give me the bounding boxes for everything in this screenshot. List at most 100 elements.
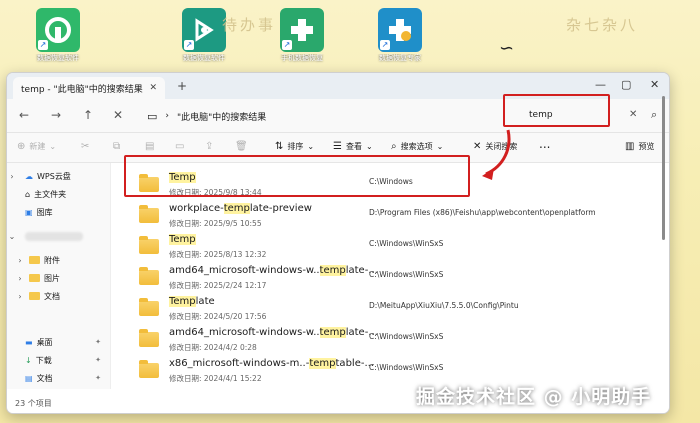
temp-result-highlight <box>124 155 470 197</box>
result-date: 修改日期: 2025/9/5 10:55 <box>169 219 262 228</box>
sidebar-item-onedrive-account[interactable]: ⌄ <box>7 227 111 245</box>
folder-icon <box>139 236 159 254</box>
result-date: 修改日期: 2024/4/1 15:22 <box>169 374 262 383</box>
result-row[interactable]: Template 修改日期: 2024/5/20 17:56 D:\MeituA… <box>125 293 655 323</box>
blurred-account-name <box>25 231 83 241</box>
sidebar-item-wps-cloud[interactable]: › ☁ WPS云盘 <box>7 167 111 185</box>
folder-icon <box>29 256 40 264</box>
result-name: amd64_microsoft-windows-w..template-... <box>169 265 378 276</box>
sidebar-item-documents[interactable]: ▤ 文档 ✦ <box>7 369 111 387</box>
result-name: Temp <box>169 234 196 245</box>
match-highlight: temp <box>309 358 336 369</box>
match-highlight: temp <box>223 203 250 214</box>
address-bar[interactable]: ▭ › "此电脑"中的搜索结果 <box>145 104 485 128</box>
desktop-icon-caption: 数据恢复专家 <box>379 54 421 62</box>
sidebar-item-pictures[interactable]: › 图片 <box>7 269 111 287</box>
sort-button[interactable]: ⇅ 排序 ⌄ <box>275 141 314 152</box>
recovery-app-icon: ↗ <box>182 8 226 52</box>
stop-icon[interactable]: ✕ <box>113 108 123 122</box>
result-row[interactable]: x86_microsoft-windows-m..-temptable-... … <box>125 355 655 385</box>
sidebar-item-desktop[interactable]: ▬ 桌面 ✦ <box>7 333 111 351</box>
sort-label: 排序 <box>287 142 304 151</box>
view-label: 查看 <box>345 142 362 151</box>
result-row[interactable]: workplace-template-preview 修改日期: 2025/9/… <box>125 200 655 230</box>
new-button[interactable]: ⊕ 新建 ⌄ <box>17 141 56 152</box>
navigation-pane: › ☁ WPS云盘 ⌂ 主文件夹 ▣ 图库 ⌄ › 附件 › 图片 › 文档 ▬… <box>7 163 111 389</box>
new-tab-icon[interactable]: + <box>177 79 187 93</box>
folder-icon <box>139 298 159 316</box>
sidebar-item-label: 文档 <box>36 373 53 383</box>
chevron-down-icon[interactable]: ⌄ <box>7 232 17 241</box>
content-area: › ☁ WPS云盘 ⌂ 主文件夹 ▣ 图库 ⌄ › 附件 › 图片 › 文档 ▬… <box>7 163 669 413</box>
result-name: Template <box>169 296 215 307</box>
copy-icon[interactable]: ⧉ <box>113 141 120 152</box>
chevron-down-icon: ⌄ <box>365 142 373 151</box>
result-row[interactable]: amd64_microsoft-windows-w..template-... … <box>125 324 655 354</box>
pin-icon[interactable]: ✦ <box>95 356 101 364</box>
recovery-app-icon: ↗ <box>36 8 80 52</box>
match-highlight: temp <box>319 327 346 338</box>
sort-icon: ⇅ <box>275 141 284 152</box>
shortcut-arrow-icon: ↗ <box>282 40 292 50</box>
vertical-scrollbar[interactable] <box>662 96 665 240</box>
delete-icon[interactable]: 🗑 <box>235 141 248 152</box>
result-name: amd64_microsoft-windows-w..template-... <box>169 327 378 338</box>
paste-icon[interactable]: ▤ <box>145 141 154 152</box>
desktop-icon-phone-recovery[interactable]: ↗ 手机数据恢复 <box>278 8 326 72</box>
chevron-down-icon: ⌄ <box>307 142 315 151</box>
result-date: 修改日期: 2024/5/20 17:56 <box>169 312 267 321</box>
share-icon[interactable]: ⇪ <box>205 141 213 152</box>
view-button[interactable]: ☰ 查看 ⌄ <box>333 141 373 152</box>
sidebar-item-downloads[interactable]: ↓ 下载 ✦ <box>7 351 111 369</box>
more-button[interactable]: ... <box>539 137 550 151</box>
close-window-icon[interactable]: ✕ <box>650 78 659 91</box>
forward-icon[interactable]: → <box>51 108 61 122</box>
item-count-status: 23 个项目 <box>15 399 52 408</box>
preview-label: 预览 <box>638 142 655 151</box>
folder-icon <box>139 205 159 223</box>
maximize-icon[interactable]: ▢ <box>621 78 631 91</box>
desktop-icon-data-recovery-1[interactable]: ↗ 数据恢复软件 <box>34 8 82 72</box>
sidebar-item-documents-cloud[interactable]: › 文档 <box>7 287 111 305</box>
desktop-banner-todo: 待办事 <box>222 16 277 34</box>
back-icon[interactable]: ← <box>19 108 29 122</box>
search-options-button[interactable]: ⌕ 搜索选项 ⌄ <box>391 141 443 152</box>
clear-search-icon[interactable]: ✕ <box>629 109 637 120</box>
tab-search-results[interactable]: temp - "此电脑"中的搜索结果 ✕ <box>13 77 165 99</box>
sidebar-item-label: 主文件夹 <box>34 189 67 199</box>
desktop-icon-caption: 手机数据恢复 <box>281 54 323 62</box>
minimize-icon[interactable]: — <box>595 78 606 91</box>
search-icon[interactable]: ⌕ <box>651 108 657 122</box>
rename-icon[interactable]: ▭ <box>175 141 184 152</box>
search-options-label: 搜索选项 <box>400 142 433 151</box>
cloud-icon: ☁ <box>25 171 33 181</box>
breadcrumb[interactable]: "此电脑"中的搜索结果 <box>177 110 266 123</box>
up-icon[interactable]: ↑ <box>83 108 93 122</box>
sidebar-item-gallery[interactable]: ▣ 图库 <box>7 203 111 221</box>
pin-icon[interactable]: ✦ <box>95 374 101 382</box>
shortcut-arrow-icon: ↗ <box>184 40 194 50</box>
search-box-highlight <box>503 94 610 127</box>
new-icon: ⊕ <box>17 141 26 152</box>
pin-icon[interactable]: ✦ <box>95 338 101 346</box>
chevron-down-icon: ⌄ <box>49 142 57 151</box>
document-icon: ▤ <box>25 373 33 383</box>
cut-icon[interactable]: ✂ <box>81 141 89 152</box>
result-name: workplace-template-preview <box>169 203 312 214</box>
download-icon: ↓ <box>25 355 32 365</box>
sidebar-item-label: 文档 <box>44 291 60 301</box>
chevron-right-icon[interactable]: › <box>7 172 17 181</box>
result-path: C:\Windows\WinSxS <box>369 363 444 372</box>
result-row[interactable]: Temp 修改日期: 2025/8/13 12:32 C:\Windows\Wi… <box>125 231 655 261</box>
result-row[interactable]: amd64_microsoft-windows-w..template-... … <box>125 262 655 292</box>
home-icon: ⌂ <box>25 189 31 199</box>
medical-cross-icon: ↗ <box>280 8 324 52</box>
medical-cross-icon: ↗ <box>378 8 422 52</box>
sidebar-item-home[interactable]: ⌂ 主文件夹 <box>7 185 111 203</box>
match-highlight: Temp <box>169 296 196 307</box>
desktop-icon-recovery-expert[interactable]: ↗ 数据恢复专家 <box>376 8 424 72</box>
desktop-icon-data-recovery-2[interactable]: ↗ 数据恢复软件 <box>180 8 228 72</box>
close-tab-icon[interactable]: ✕ <box>149 83 157 93</box>
preview-button[interactable]: ▥ 预览 <box>625 141 654 152</box>
sidebar-item-attachments[interactable]: › 附件 <box>7 251 111 269</box>
